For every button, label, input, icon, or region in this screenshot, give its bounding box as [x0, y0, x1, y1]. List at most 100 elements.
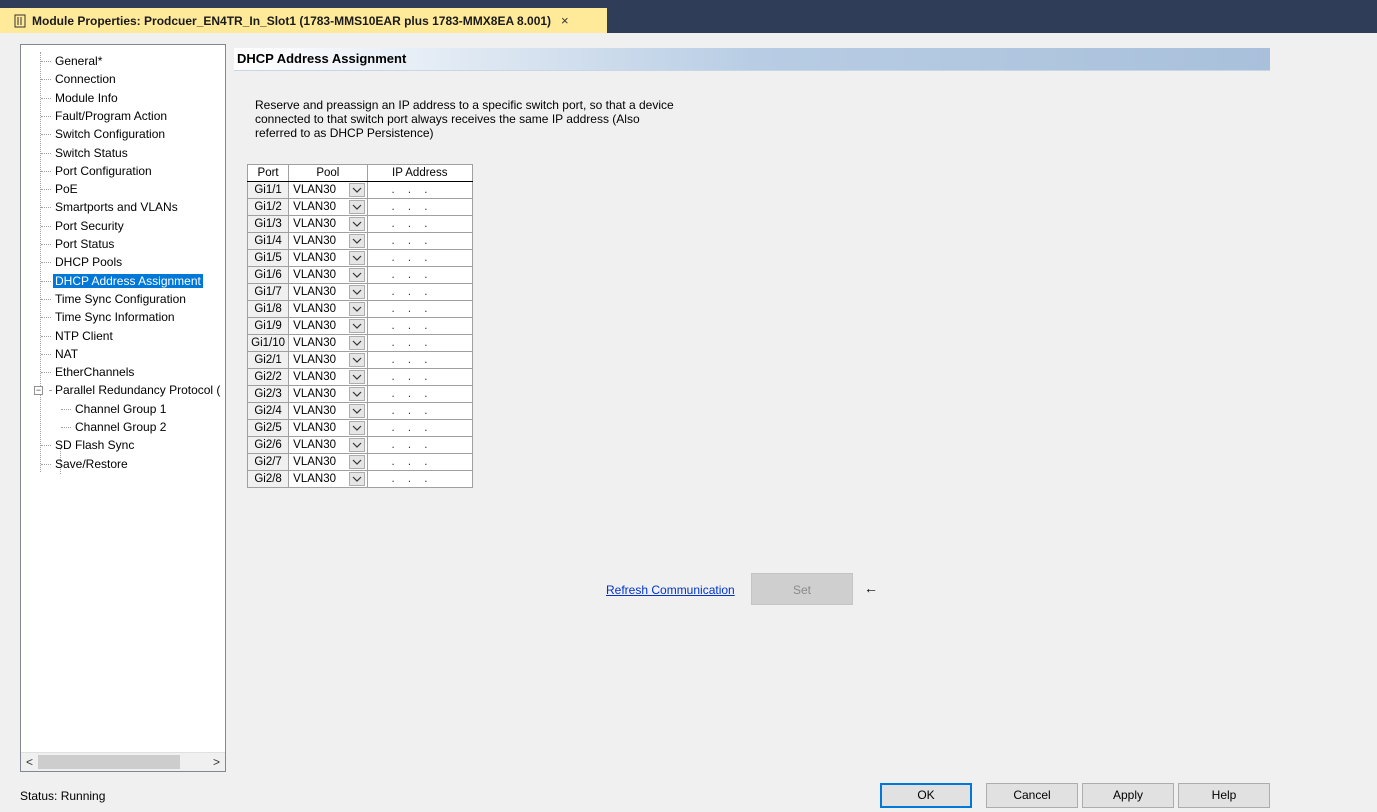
tree-item[interactable]: Time Sync Configuration — [41, 291, 188, 308]
pool-select[interactable]: VLAN30 — [288, 266, 368, 284]
chevron-down-icon[interactable] — [348, 217, 365, 231]
port-cell: Gi1/4 — [246, 232, 290, 250]
cancel-button[interactable]: Cancel — [986, 783, 1078, 808]
tree-item-label: Port Security — [55, 219, 124, 233]
horizontal-scrollbar[interactable]: < > — [21, 752, 225, 771]
pool-select[interactable]: VLAN30 — [288, 453, 368, 471]
ip-address-field[interactable]: . . . — [366, 368, 474, 386]
tree-item[interactable]: Save/Restore — [41, 456, 130, 473]
pool-select[interactable]: VLAN30 — [288, 317, 368, 335]
chevron-down-icon[interactable] — [348, 268, 365, 282]
pool-select[interactable]: VLAN30 — [288, 300, 368, 318]
tree-item[interactable]: Channel Group 2 — [61, 419, 168, 436]
tree-item[interactable]: Port Configuration — [41, 163, 154, 180]
section-header: DHCP Address Assignment — [234, 48, 1270, 71]
ip-address-field[interactable]: . . . — [366, 351, 474, 369]
tree-connector — [61, 409, 71, 411]
ip-address-field[interactable]: . . . — [366, 300, 474, 318]
document-tab[interactable]: Module Properties: Prodcuer_EN4TR_In_Slo… — [0, 8, 607, 33]
ip-address-field[interactable]: . . . — [366, 470, 474, 488]
category-tree[interactable]: General* Connection Module Info Fault/Progr… — [20, 44, 226, 772]
tree-item[interactable]: Switch Configuration — [41, 126, 167, 143]
ip-address-field[interactable]: . . . — [366, 334, 474, 352]
ip-address-field[interactable]: . . . — [366, 317, 474, 335]
chevron-down-icon[interactable] — [348, 370, 365, 384]
tree-item[interactable]: NAT — [41, 346, 80, 363]
chevron-down-icon[interactable] — [348, 200, 365, 214]
tree-item[interactable]: Switch Status — [41, 145, 130, 162]
chevron-down-icon[interactable] — [348, 302, 365, 316]
refresh-communication-link[interactable]: Refresh Communication — [606, 583, 735, 597]
ip-address-field[interactable]: . . . — [366, 385, 474, 403]
scroll-left-arrow-icon[interactable]: < — [21, 753, 38, 771]
tree-item[interactable]: DHCP Pools — [41, 254, 124, 271]
tree-item[interactable]: Channel Group 1 — [61, 401, 168, 418]
chevron-down-icon[interactable] — [348, 285, 365, 299]
chevron-down-icon[interactable] — [348, 353, 365, 367]
pool-select[interactable]: VLAN30 — [288, 436, 368, 454]
apply-button[interactable]: Apply — [1082, 783, 1174, 808]
tree-item[interactable]: Fault/Program Action — [41, 108, 169, 125]
ip-address-field[interactable]: . . . — [366, 215, 474, 233]
ip-address-field[interactable]: . . . — [366, 249, 474, 267]
chevron-down-icon[interactable] — [348, 455, 365, 469]
close-icon[interactable]: × — [561, 13, 569, 28]
scroll-right-arrow-icon[interactable]: > — [208, 753, 225, 771]
pool-select[interactable]: VLAN30 — [288, 419, 368, 437]
ip-address-field[interactable]: . . . — [366, 402, 474, 420]
tree-item[interactable]: NTP Client — [41, 328, 115, 345]
ip-address-field[interactable]: . . . — [366, 453, 474, 471]
tree-item[interactable]: Connection — [41, 71, 118, 88]
set-button[interactable]: Set — [751, 573, 853, 605]
pool-select[interactable]: VLAN30 — [288, 470, 368, 488]
pool-value: VLAN30 — [293, 184, 337, 196]
chevron-down-icon[interactable] — [348, 183, 365, 197]
help-button[interactable]: Help — [1178, 783, 1270, 808]
tree-item[interactable]: Time Sync Information — [41, 309, 177, 326]
chevron-down-icon[interactable] — [348, 319, 365, 333]
chevron-down-icon[interactable] — [348, 438, 365, 452]
chevron-down-icon[interactable] — [348, 234, 365, 248]
pool-select[interactable]: VLAN30 — [288, 368, 368, 386]
chevron-down-icon[interactable] — [348, 336, 365, 350]
tree-item[interactable]: Port Status — [41, 236, 116, 253]
chevron-down-icon[interactable] — [348, 472, 365, 486]
chevron-down-icon[interactable] — [348, 251, 365, 265]
pool-select[interactable]: VLAN30 — [288, 232, 368, 250]
ip-address-field[interactable]: . . . — [366, 283, 474, 301]
tree-item[interactable]: Port Security — [41, 218, 126, 235]
tree-connector — [41, 116, 51, 118]
pool-select[interactable]: VLAN30 — [288, 198, 368, 216]
pool-select[interactable]: VLAN30 — [288, 402, 368, 420]
tree-item[interactable]: EtherChannels — [41, 364, 136, 381]
chevron-down-icon[interactable] — [348, 387, 365, 401]
ip-address-field[interactable]: . . . — [366, 232, 474, 250]
tree-item[interactable]: Module Info — [41, 90, 120, 107]
pool-select[interactable]: VLAN30 — [288, 334, 368, 352]
tree-item[interactable]: SD Flash Sync — [41, 437, 136, 454]
pool-select[interactable]: VLAN30 — [288, 351, 368, 369]
tree-item[interactable]: DHCP Address Assignment — [41, 273, 203, 290]
ip-address-field[interactable]: . . . — [366, 419, 474, 437]
chevron-down-icon[interactable] — [348, 404, 365, 418]
pool-select[interactable]: VLAN30 — [288, 385, 368, 403]
collapse-icon[interactable]: − — [34, 386, 43, 395]
ip-address-field[interactable]: . . . — [366, 181, 474, 199]
pool-select[interactable]: VLAN30 — [288, 181, 368, 199]
pool-select[interactable]: VLAN30 — [288, 215, 368, 233]
tree-item[interactable]: Smartports and VLANs — [41, 199, 180, 216]
ip-address-field[interactable]: . . . — [366, 266, 474, 284]
scrollbar-thumb[interactable] — [38, 755, 180, 769]
pool-select[interactable]: VLAN30 — [288, 249, 368, 267]
pool-select[interactable]: VLAN30 — [288, 283, 368, 301]
table-row: Gi1/9 VLAN30 . . . — [246, 317, 474, 335]
pool-value: VLAN30 — [293, 388, 337, 400]
chevron-down-icon[interactable] — [348, 421, 365, 435]
tree-item[interactable]: General* — [41, 53, 104, 70]
ip-address-field[interactable]: . . . — [366, 198, 474, 216]
ok-button[interactable]: OK — [880, 783, 972, 808]
tree-item[interactable]: Parallel Redundancy Protocol ( — [49, 382, 222, 399]
ip-address-field[interactable]: . . . — [366, 436, 474, 454]
tree-item[interactable]: PoE — [41, 181, 80, 198]
tree-connector — [41, 464, 51, 466]
